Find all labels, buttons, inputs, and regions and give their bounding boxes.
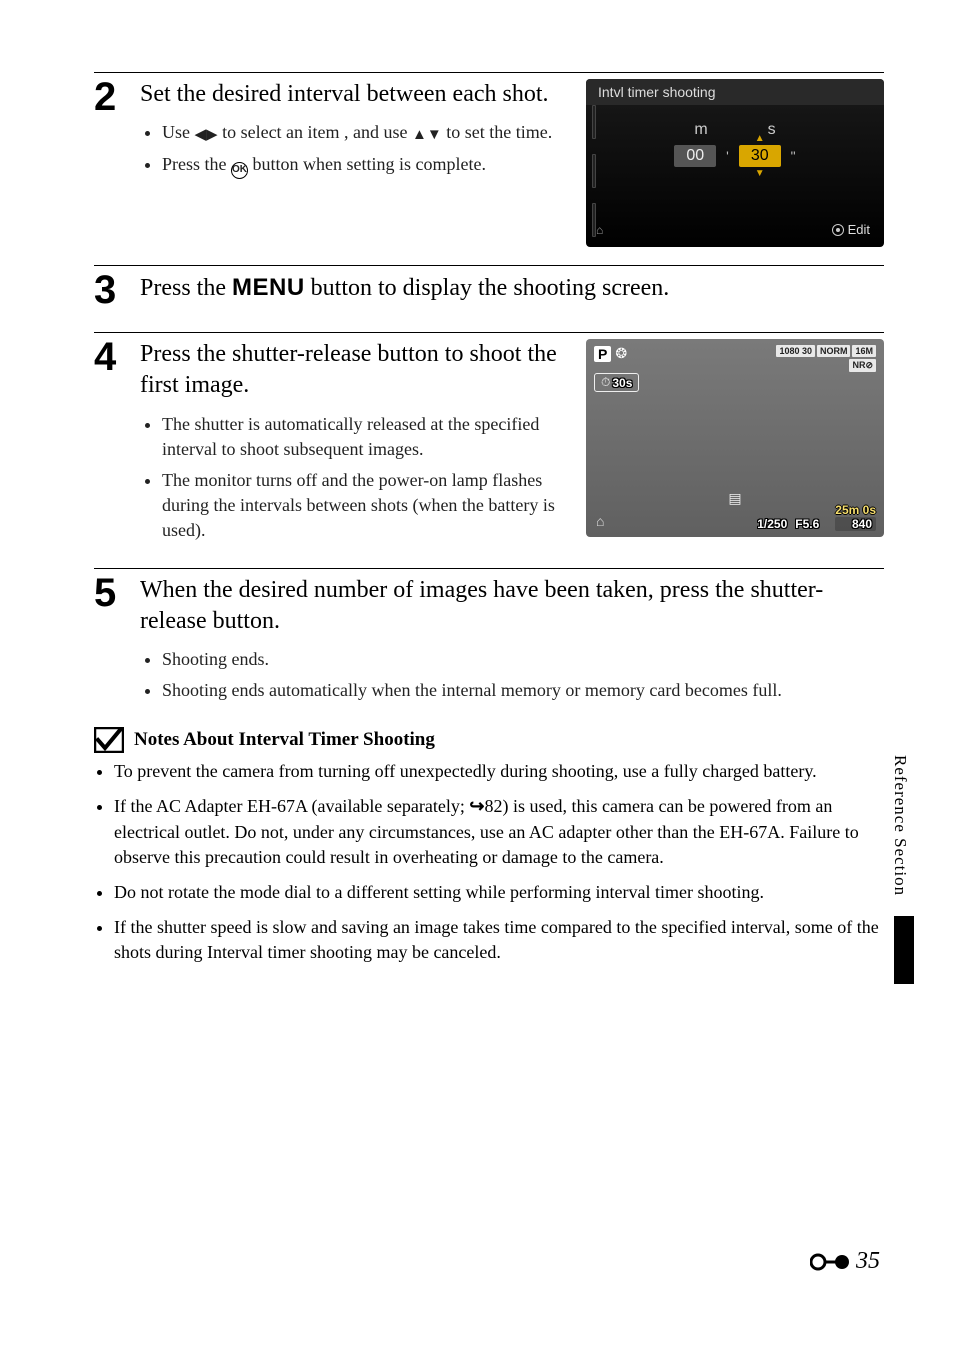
step-4: 4 Press the shutter-release button to sh… [94, 332, 884, 549]
menu-button-label: MENU [232, 274, 305, 301]
note-item: If the shutter speed is slow and saving … [114, 915, 884, 965]
reference-section-icon [810, 1251, 850, 1273]
step-2: 2 Set the desired interval between each … [94, 72, 884, 247]
edit-text: Edit [848, 222, 870, 237]
step-divider [94, 265, 884, 266]
step-bullet: Press the OK button when setting is comp… [162, 152, 566, 179]
step-divider [94, 568, 884, 569]
ok-button-icon: OK [231, 162, 248, 179]
bullet-text: to select an item , and use [218, 122, 412, 142]
down-arrow-icon: ▼ [755, 168, 765, 179]
step-number: 5 [94, 573, 124, 613]
lcd-seconds-value: ▲ 30 ▼ [739, 145, 781, 167]
step-bullet: Shooting ends. [162, 647, 884, 672]
bullet-text: to set the time. [442, 122, 552, 142]
title-text: Press the [140, 275, 232, 301]
side-tab-label: Reference Section [890, 755, 910, 896]
step-number: 2 [94, 77, 124, 117]
lcd-col-minutes: m [694, 121, 707, 139]
lcd-shooting-screen: P ❂ 1080 30 NORM 16M NR⊘ ⏱ 30s [586, 339, 884, 549]
note-item: To prevent the camera from turning off u… [114, 759, 884, 784]
step-3: 3 Press the MENU button to display the s… [94, 265, 884, 314]
side-tab-marker [894, 916, 914, 984]
image-size-badge: 16M [852, 345, 876, 357]
card-icon: ⌂ [596, 223, 603, 237]
page-number: 35 [810, 1248, 880, 1275]
image-quality-badge: NORM [817, 345, 851, 357]
step-title: When the desired number of images have b… [140, 575, 884, 637]
step-number: 3 [94, 270, 124, 310]
movie-quality-badge: 1080 30 [776, 345, 815, 357]
notes-heading: Notes About Interval Timer Shooting [94, 727, 884, 753]
step-title: Set the desired interval between each sh… [140, 79, 566, 110]
seconds-text: 30 [751, 147, 769, 164]
remaining-shots: 840 [835, 517, 876, 531]
step-divider [94, 72, 884, 73]
page-number-text: 35 [856, 1248, 880, 1275]
bullet-text: Press the [162, 154, 231, 174]
notes-title-text: Notes About Interval Timer Shooting [134, 729, 435, 751]
step-bullet: Shooting ends automatically when the int… [162, 678, 884, 703]
lcd-side-tabs [592, 105, 596, 237]
bullet-text: Use [162, 122, 195, 142]
note-item: If the AC Adapter EH-67A (available sepa… [114, 794, 884, 870]
bullet-text: button when setting is complete. [248, 154, 486, 174]
step-bullet: Use ◀▶ to select an item , and use ▲▼ to… [162, 120, 566, 146]
gear-icon: ❂ [615, 345, 627, 362]
arrow-up-down-icon: ▲▼ [412, 127, 442, 143]
note-item: Do not rotate the mode dial to a differe… [114, 880, 884, 905]
notes-list: To prevent the camera from turning off u… [94, 759, 884, 965]
step-title: Press the shutter-release button to shoo… [140, 339, 566, 401]
step-title: Press the MENU button to display the sho… [140, 272, 884, 304]
nr-badge: NR⊘ [849, 359, 876, 372]
interval-indicator: ⏱ 30s [594, 373, 639, 392]
step-divider [94, 332, 884, 333]
mode-indicator: P [594, 346, 611, 362]
step-bullet: The monitor turns off and the power-on l… [162, 468, 566, 544]
step-bullet: The shutter is automatically released at… [162, 412, 566, 462]
warning-check-icon [94, 727, 124, 753]
lcd-minutes-value: 00 [674, 145, 716, 167]
interval-text: 30s [612, 376, 632, 390]
selector-ring-icon [832, 224, 844, 236]
lcd-interval-screen: Intvl timer shooting m s 00 ' ▲ 30 ▼ " [586, 79, 884, 247]
lcd-title: Intvl timer shooting [586, 79, 884, 105]
lcd-edit-label: Edit [832, 222, 870, 237]
note-text: If the AC Adapter EH-67A (available sepa… [114, 796, 469, 816]
lcd-col-seconds: s [768, 121, 776, 139]
title-text: button to display the shooting screen. [305, 275, 670, 301]
aperture-value: F5.6 [795, 517, 819, 531]
step-number: 4 [94, 337, 124, 377]
remaining-time: 25m 0s [835, 503, 876, 517]
timer-icon: ⏱ [601, 375, 610, 390]
second-mark-icon: " [791, 148, 796, 164]
up-arrow-icon: ▲ [755, 133, 765, 144]
arrow-left-right-icon: ◀▶ [195, 127, 218, 143]
cross-reference-icon: ↪ [469, 796, 484, 816]
step-5: 5 When the desired number of images have… [94, 568, 884, 710]
shutter-speed: 1/250 [757, 517, 787, 531]
minute-mark-icon: ' [726, 148, 729, 164]
